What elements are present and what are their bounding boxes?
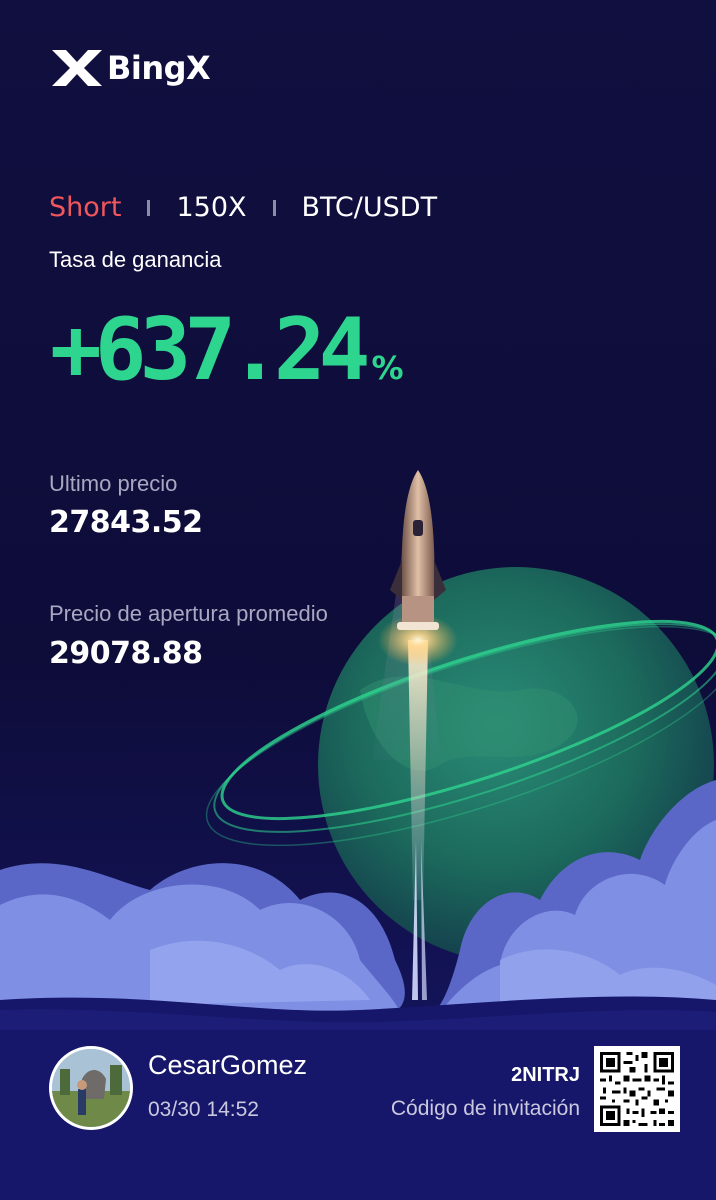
invite-code-label: Código de invitación [390,1097,580,1120]
share-datetime: 03/30 14:52 [148,1098,259,1121]
rocket-launch-illustration [0,470,716,1200]
bingx-logo-icon [52,50,102,86]
brand-name: BingX [107,49,211,87]
bingx-logo: BingX [50,48,211,88]
position-direction: Short [49,192,122,223]
profit-rate-value: +637.24 [50,300,370,400]
profit-rate-label: Tasa de ganancia [49,247,222,272]
username: CesarGomez [148,1050,308,1080]
avatar [49,1046,133,1130]
open-price-label: Precio de apertura promedio [49,601,328,626]
divider [272,200,276,216]
avatar-photo [52,1049,130,1127]
open-price-value: 29078.88 [49,636,203,671]
last-price-label: Ultimo precio [49,471,178,496]
qr-code-icon[interactable] [594,1046,680,1132]
profit-rate: +637.24% [50,300,404,418]
trading-pair: BTC/USDT [301,192,438,223]
leverage: 150X [176,192,247,223]
last-price-value: 27843.52 [49,505,203,540]
trade-info: Short 150X BTC/USDT [49,190,437,226]
pnl-share-card: BingX Short 150X BTC/USDT Tasa de gananc… [0,0,716,1200]
divider [147,200,151,216]
invite-code: 2NITRJ [511,1064,580,1086]
percent-sign: % [371,349,404,387]
